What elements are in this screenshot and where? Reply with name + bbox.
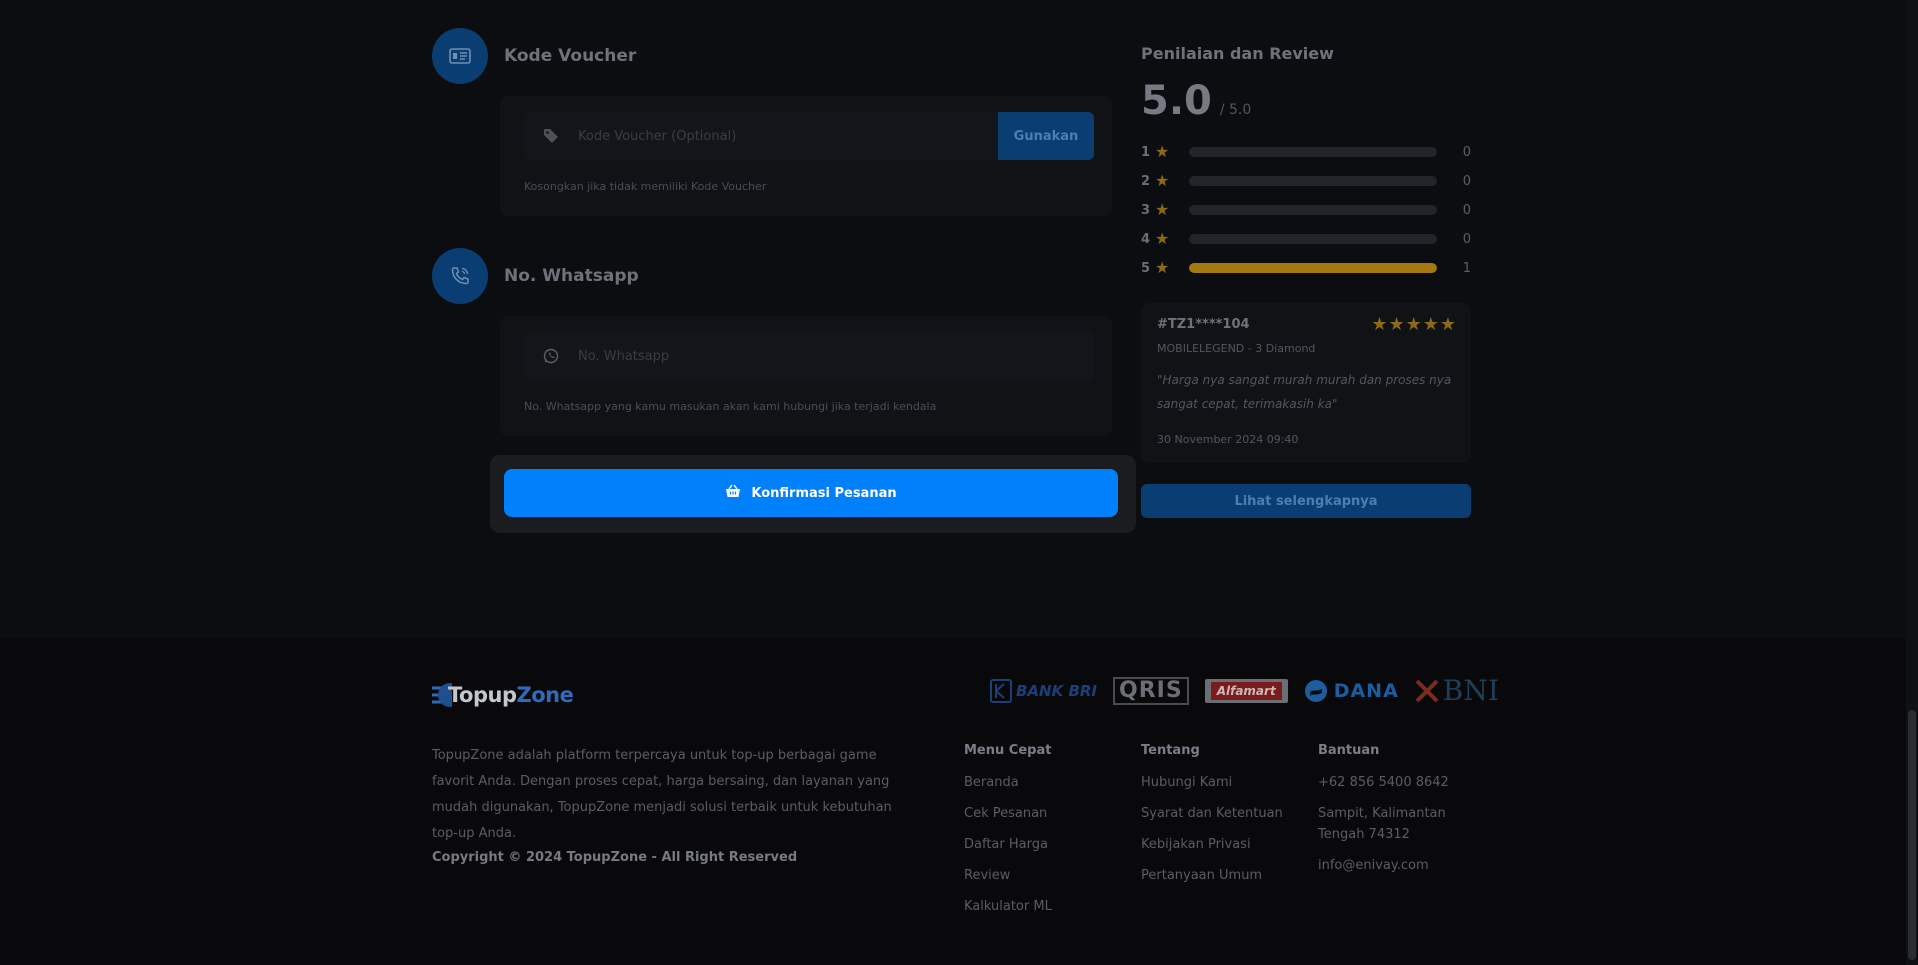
rating-row-3: 3 ★ 0 (1141, 200, 1471, 220)
reviews-title: Penilaian dan Review (1141, 44, 1334, 63)
rating-bar (1189, 234, 1437, 244)
footer-bantuan-title: Bantuan (1318, 743, 1380, 758)
footer: TopupZone BANK BRI QRIS Alfamart DANA BN… (0, 638, 1906, 965)
rating-bar (1189, 205, 1437, 215)
footer-about: TopupZone adalah platform terpercaya unt… (432, 748, 892, 841)
footer-menu-column: Menu Cepat Beranda Cek Pesanan Daftar Ha… (964, 743, 1052, 927)
footer-tentang-column: Tentang Hubungi Kami Syarat dan Ketentua… (1141, 743, 1283, 896)
rating-count: 0 (1462, 202, 1471, 218)
review-text: "Harga nya sangat murah murah dan proses… (1157, 373, 1452, 411)
payment-alfamart-label: Alfamart (1210, 681, 1282, 700)
whatsapp-icon (524, 348, 578, 364)
confirm-order-label: Konfirmasi Pesanan (751, 485, 897, 501)
footer-link-kebijakan-privasi[interactable]: Kebijakan Privasi (1141, 834, 1283, 855)
rating-row-label: 5 (1141, 260, 1151, 276)
payment-alfamart: Alfamart (1204, 678, 1288, 703)
scrollbar-thumb[interactable] (1908, 710, 1916, 960)
rating-count: 0 (1462, 144, 1471, 160)
rating-bar (1189, 176, 1437, 186)
star-icon: ★ (1155, 258, 1170, 277)
footer-copyright: Copyright © 2024 TopupZone - All Right R… (432, 850, 798, 865)
voucher-title: Kode Voucher (504, 46, 637, 66)
rating-bar-fill (1189, 263, 1437, 273)
footer-link-syarat-ketentuan[interactable]: Syarat dan Ketentuan (1141, 803, 1283, 824)
whatsapp-input[interactable] (578, 332, 1094, 380)
footer-logo[interactable]: TopupZone (432, 680, 574, 710)
rating-score-max: / 5.0 (1219, 102, 1252, 118)
review-stars: ★★★★★ (1371, 314, 1457, 335)
rating-bar (1189, 263, 1437, 273)
voucher-apply-button[interactable]: Gunakan (998, 112, 1094, 160)
footer-menu-title: Menu Cepat (964, 743, 1052, 758)
payment-qris: QRIS (1113, 676, 1189, 705)
payment-bri-label: BANK BRI (1016, 681, 1098, 700)
rating-row-label: 4 (1141, 231, 1151, 247)
voucher-card: Gunakan Kosongkan jika tidak memiliki Ko… (500, 96, 1112, 216)
voucher-input-row: Gunakan (524, 112, 1094, 160)
logo-text-zone: Zone (516, 683, 574, 707)
rating-count: 0 (1462, 231, 1471, 247)
see-more-reviews-button[interactable]: Lihat selengkapnya (1141, 484, 1471, 518)
rating-count: 1 (1462, 260, 1471, 276)
voucher-header: Kode Voucher (432, 28, 636, 84)
rating-row-2: 2 ★ 0 (1141, 171, 1471, 191)
payment-dana-label: DANA (1333, 679, 1399, 702)
rating-bar (1189, 147, 1437, 157)
payment-dana: DANA (1304, 679, 1399, 703)
footer-address: Sampit, Kalimantan Tengah 74312 (1318, 806, 1446, 842)
payment-bni-label: BNI (1442, 674, 1499, 707)
bni-icon (1415, 679, 1439, 702)
whatsapp-title: No. Whatsapp (504, 266, 639, 286)
phone-icon (432, 248, 488, 304)
review-product: MOBILELEGEND - 3 Diamond (1157, 342, 1316, 355)
voucher-hint: Kosongkan jika tidak memiliki Kode Vouch… (524, 180, 767, 193)
footer-link-kalkulator-ml[interactable]: Kalkulator ML (964, 896, 1052, 917)
footer-link-daftar-harga[interactable]: Daftar Harga (964, 834, 1052, 855)
payment-methods: BANK BRI QRIS Alfamart DANA BNI (990, 674, 1499, 707)
footer-link-pertanyaan-umum[interactable]: Pertanyaan Umum (1141, 865, 1283, 886)
dana-icon (1304, 679, 1327, 702)
basket-icon (725, 484, 741, 502)
whatsapp-hint: No. Whatsapp yang kamu masukan akan kami… (524, 400, 937, 413)
rating-row-1: 1 ★ 0 (1141, 142, 1471, 162)
rating-score: 5.0 / 5.0 (1141, 78, 1251, 124)
footer-bantuan-column: Bantuan +62 856 5400 8642 Sampit, Kalima… (1318, 743, 1468, 886)
bri-icon (990, 678, 1012, 703)
rating-row-label: 3 (1141, 202, 1151, 218)
review-card: #TZ1****104 ★★★★★ MOBILELEGEND - 3 Diamo… (1141, 303, 1471, 463)
voucher-input[interactable] (578, 112, 998, 160)
footer-link-beranda[interactable]: Beranda (964, 772, 1052, 793)
review-date: 30 November 2024 09:40 (1157, 433, 1299, 446)
logo-text-topup: Topup (448, 683, 517, 707)
rating-row-4: 4 ★ 0 (1141, 229, 1471, 249)
tag-icon (524, 128, 578, 144)
star-icon: ★ (1155, 142, 1170, 161)
whatsapp-header: No. Whatsapp (432, 248, 639, 304)
payment-bri: BANK BRI (990, 678, 1098, 703)
confirm-order-button[interactable]: Konfirmasi Pesanan (504, 469, 1118, 517)
confirm-panel: Konfirmasi Pesanan (490, 455, 1136, 533)
rating-row-5: 5 ★ 1 (1141, 258, 1471, 278)
star-icon: ★ (1155, 229, 1170, 248)
whatsapp-card: No. Whatsapp yang kamu masukan akan kami… (500, 316, 1112, 436)
reviewer-id: #TZ1****104 (1157, 317, 1250, 332)
footer-email-link[interactable]: info@enivay.com (1318, 855, 1468, 876)
footer-link-hubungi-kami[interactable]: Hubungi Kami (1141, 772, 1283, 793)
star-icon: ★ (1155, 200, 1170, 219)
rating-score-value: 5.0 (1141, 78, 1212, 124)
footer-phone: +62 856 5400 8642 (1318, 775, 1449, 790)
footer-tentang-title: Tentang (1141, 743, 1200, 758)
voucher-icon (432, 28, 488, 84)
whatsapp-input-row (524, 332, 1094, 380)
rating-row-label: 1 (1141, 144, 1151, 160)
footer-link-cek-pesanan[interactable]: Cek Pesanan (964, 803, 1052, 824)
star-icon: ★ (1155, 171, 1170, 190)
payment-bni: BNI (1415, 674, 1499, 707)
rating-count: 0 (1462, 173, 1471, 189)
footer-link-review[interactable]: Review (964, 865, 1052, 886)
rating-row-label: 2 (1141, 173, 1151, 189)
